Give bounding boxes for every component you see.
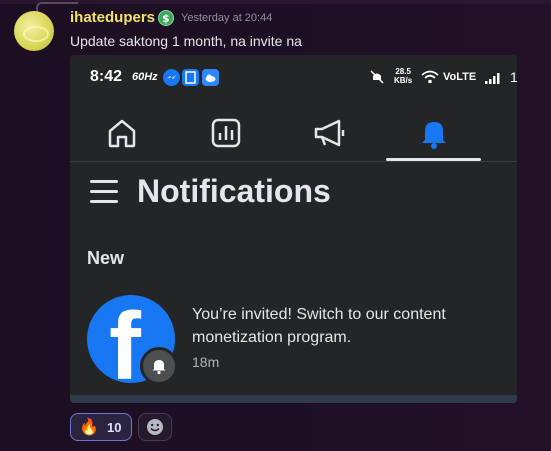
facebook-logo-letter: f (109, 295, 141, 384)
megaphone-icon (314, 119, 345, 147)
tab-dashboard[interactable] (202, 111, 250, 155)
net-speed-unit: KB/s (394, 76, 413, 85)
app-icon (182, 69, 199, 86)
tab-notifications[interactable] (410, 111, 458, 155)
net-speed-value: 28.5 (395, 67, 411, 76)
status-clock: 8:42 (90, 68, 123, 85)
chart-icon (211, 118, 241, 148)
reaction-count: 10 (107, 420, 122, 435)
add-reaction-button[interactable] (138, 413, 172, 441)
mute-icon (369, 69, 385, 89)
active-tab-indicator (386, 158, 481, 161)
attached-screenshot[interactable]: 8:42 60Hz 28.5 KB/s VoLTE 1 Notification… (70, 55, 517, 403)
section-heading-new: New (87, 248, 125, 268)
tab-promote[interactable] (306, 111, 354, 155)
page-title: Notifications (137, 173, 331, 209)
cloud-icon (202, 69, 219, 86)
phone-status-bar: 8:42 60Hz 28.5 KB/s VoLTE 1 (70, 55, 517, 101)
messenger-icon (163, 69, 180, 86)
signal-icon (484, 70, 504, 89)
notification-time: 18m (192, 354, 220, 370)
smiley-icon (147, 419, 163, 435)
next-item-edge (70, 395, 517, 403)
menu-icon[interactable] (90, 180, 118, 204)
network-type: VoLTE (443, 71, 477, 83)
refresh-rate: 60Hz (132, 71, 158, 83)
message-text: Update saktong 1 month, na invite na (70, 33, 302, 49)
notification-text: You’re invited! Switch to our content mo… (192, 306, 446, 346)
wifi-icon (420, 69, 440, 89)
tab-bar (70, 105, 517, 162)
previous-message-clip (0, 0, 551, 4)
net-speed: 28.5 KB/s (394, 67, 412, 85)
bell-icon (422, 122, 446, 149)
tab-home[interactable] (98, 111, 146, 155)
role-badge-icon[interactable]: $ (158, 10, 174, 26)
username[interactable]: ihatedupers (70, 9, 155, 26)
message-timestamp: Yesterday at 20:44 (181, 12, 273, 24)
bell-badge-icon (140, 347, 178, 385)
home-icon (108, 119, 136, 148)
fire-icon: 🔥 (79, 417, 99, 436)
notification-item[interactable]: f You’re invited! Switch to our content … (87, 295, 507, 385)
battery-level: 1 (510, 69, 517, 85)
avatar[interactable] (14, 11, 54, 51)
avatar-graphic (23, 26, 49, 42)
reaction-fire[interactable]: 🔥 10 (70, 413, 132, 441)
